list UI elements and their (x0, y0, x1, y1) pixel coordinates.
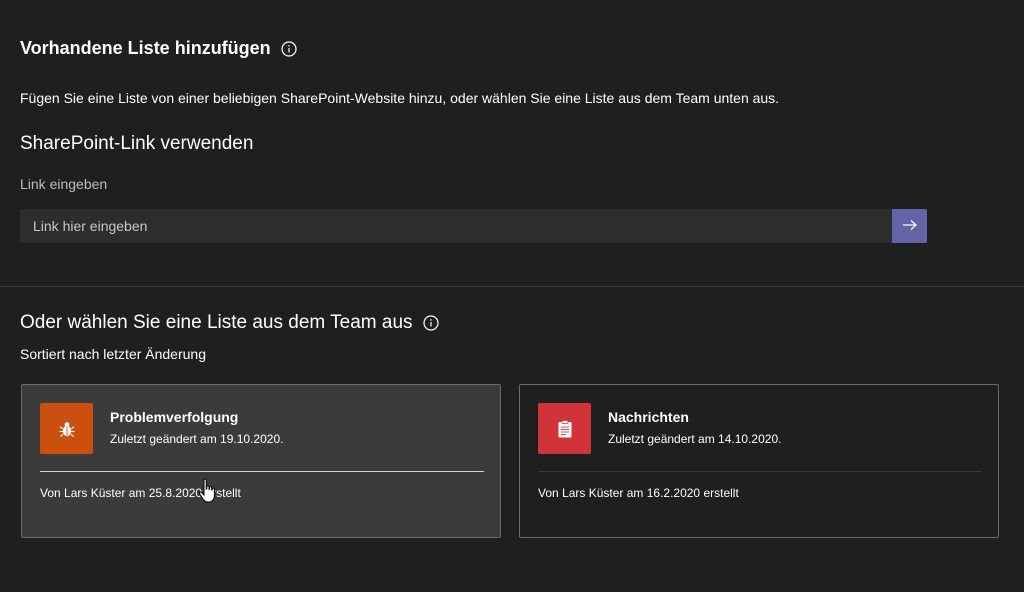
info-icon[interactable] (422, 315, 439, 331)
team-heading: Oder wählen Sie eine Liste aus dem Team … (20, 312, 413, 333)
sort-label: Sortiert nach letzter Änderung (20, 346, 206, 362)
arrow-right-icon (902, 219, 918, 234)
bug-icon (40, 403, 93, 454)
card-divider (538, 471, 982, 472)
list-card-nachrichten[interactable]: Nachrichten Zuletzt geändert am 14.10.20… (519, 384, 999, 538)
link-field-label: Link eingeben (20, 176, 108, 192)
list-card-created: Von Lars Küster am 16.2.2020 erstellt (538, 486, 739, 500)
header-title-row: Vorhandene Liste hinzufügen (20, 38, 297, 59)
list-card-modified: Zuletzt geändert am 14.10.2020. (608, 432, 782, 446)
hand-cursor-icon (198, 478, 218, 509)
list-card-title: Nachrichten (608, 409, 689, 425)
info-icon[interactable] (281, 40, 297, 57)
page-title: Vorhandene Liste hinzufügen (20, 38, 271, 58)
link-input[interactable] (20, 209, 892, 243)
section-divider (0, 286, 1024, 287)
clipboard-icon (538, 403, 591, 454)
list-card-modified: Zuletzt geändert am 19.10.2020. (110, 432, 284, 446)
page-description: Fügen Sie eine Liste von einer beliebige… (20, 90, 780, 106)
list-card-problemverfolgung[interactable]: Problemverfolgung Zuletzt geändert am 19… (21, 384, 501, 538)
list-card-title: Problemverfolgung (110, 409, 239, 425)
team-heading-row: Oder wählen Sie eine Liste aus dem Team … (20, 312, 439, 334)
submit-link-button[interactable] (892, 209, 927, 243)
sharepoint-heading: SharePoint-Link verwenden (20, 133, 254, 154)
card-divider (40, 471, 484, 472)
